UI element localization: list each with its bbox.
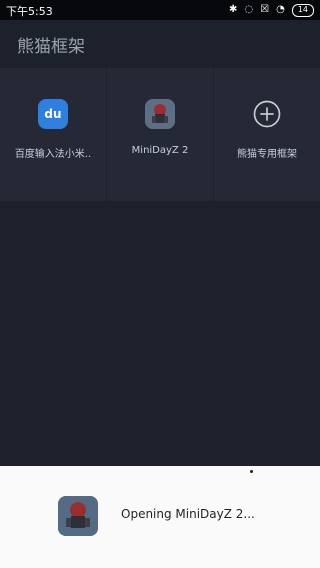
status-bar: 下午5:53 ✱ ◌ ☒ ◔ 14 <box>0 0 320 20</box>
battery-indicator: 14 <box>291 3 314 17</box>
baidu-input-icon: du <box>38 99 68 129</box>
progress-dot <box>250 470 253 473</box>
minidayz-thumbnail-icon <box>58 496 98 536</box>
notification-muted-icon: ◌ <box>244 4 254 15</box>
app-label: 熊猫专用框架 <box>237 149 297 160</box>
opening-message: Opening MiniDayZ 2... <box>121 507 255 521</box>
plus-circle-icon <box>252 99 282 129</box>
wifi-icon: ◔ <box>276 4 285 15</box>
status-icons: ✱ ◌ ☒ ◔ 14 <box>229 3 314 17</box>
opening-dialog: Opening MiniDayZ 2... <box>0 466 320 568</box>
page-title: 熊猫框架 <box>17 37 85 57</box>
bluetooth-icon: ✱ <box>228 4 238 15</box>
minidayz-icon <box>145 99 175 129</box>
close-box-icon: ☒ <box>260 4 270 15</box>
status-time: 下午5:53 <box>6 5 53 18</box>
app-tile-minidayz[interactable]: MiniDayZ 2 <box>107 68 213 201</box>
app-label: MiniDayZ 2 <box>131 145 189 156</box>
app-tile-baidu-input[interactable]: du 百度输入法小米.. <box>0 68 106 201</box>
app-grid: du 百度输入法小米.. MiniDayZ 2 熊猫专用框架 <box>0 68 320 201</box>
app-label: 百度输入法小米.. <box>14 149 92 160</box>
app-tile-panda-framework[interactable]: 熊猫专用框架 <box>214 68 320 201</box>
